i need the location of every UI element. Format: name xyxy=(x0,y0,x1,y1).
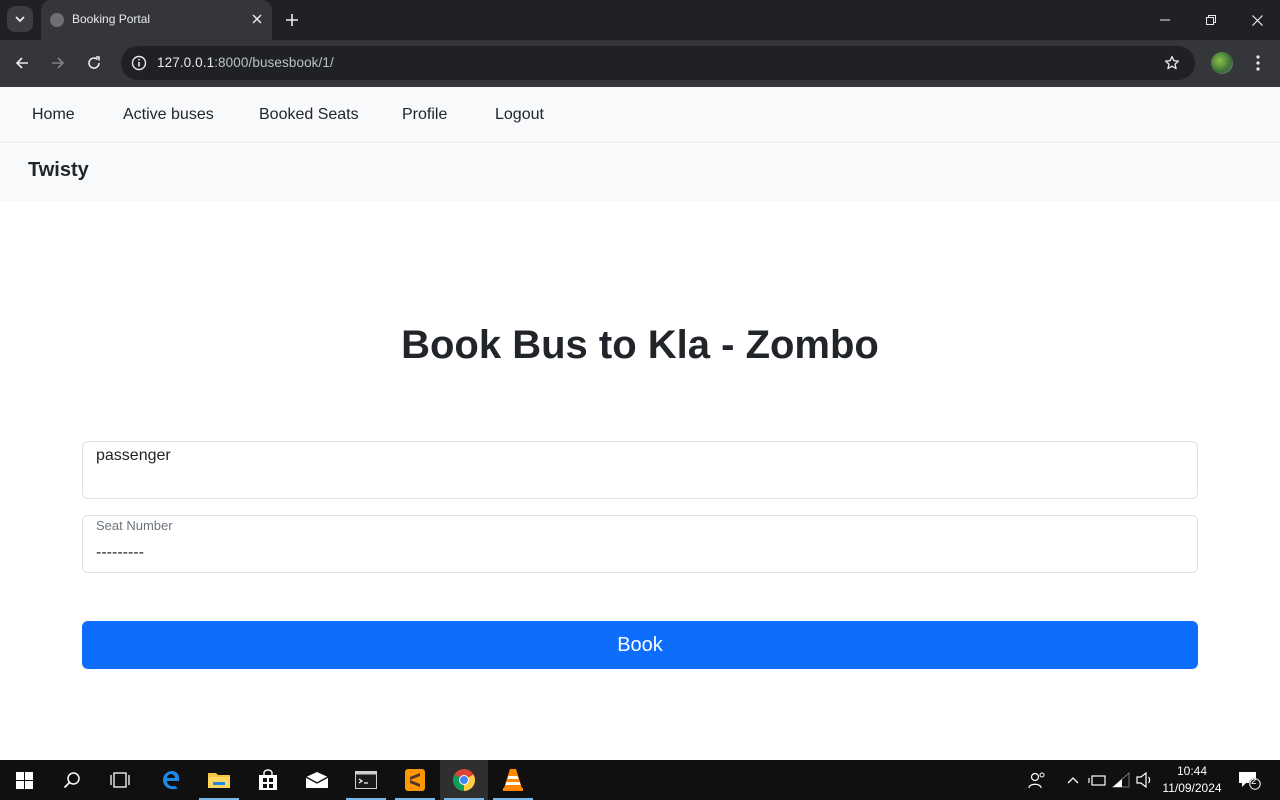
back-button[interactable] xyxy=(11,52,33,74)
seat-number-select[interactable]: Seat Number --------- xyxy=(82,515,1198,573)
passenger-field[interactable]: passenger xyxy=(82,441,1198,499)
nav-logout-link[interactable]: Logout xyxy=(495,106,544,124)
notification-count: 2 xyxy=(1251,776,1257,787)
browser-tab[interactable]: Booking Portal xyxy=(41,0,272,40)
mail-taskbar-button[interactable] xyxy=(293,760,341,800)
terminal-icon xyxy=(355,771,377,789)
tab-search-button[interactable] xyxy=(7,6,33,32)
plus-icon xyxy=(286,14,298,26)
star-icon xyxy=(1164,55,1180,70)
clock-date: 11/09/2024 xyxy=(1162,781,1222,795)
globe-icon xyxy=(50,13,64,27)
restore-icon xyxy=(1206,15,1216,25)
clock-time: 10:44 xyxy=(1176,764,1208,778)
speaker-icon xyxy=(1136,772,1151,788)
arrow-right-icon xyxy=(52,57,65,69)
taskbar-clock[interactable]: 10:44 11/09/2024 xyxy=(1160,763,1224,797)
edge-taskbar-button[interactable] xyxy=(147,760,195,800)
top-navbar: Home Active buses Booked Seats Profile L… xyxy=(0,87,1280,143)
people-icon xyxy=(1028,772,1045,789)
store-icon xyxy=(259,769,277,790)
nav-home-link[interactable]: Home xyxy=(32,106,75,124)
url-path: :8000/busesbook/1/ xyxy=(214,55,334,70)
close-icon xyxy=(1251,14,1263,26)
reload-icon xyxy=(88,56,100,69)
show-hidden-icons-button[interactable] xyxy=(1064,771,1082,789)
chevron-up-icon xyxy=(1067,777,1079,784)
brand-bar: Twisty xyxy=(0,144,1280,201)
nav-active-buses-link[interactable]: Active buses xyxy=(123,106,214,124)
store-taskbar-button[interactable] xyxy=(244,760,292,800)
battery-icon xyxy=(1088,775,1106,786)
nav-profile-link[interactable]: Profile xyxy=(402,106,447,124)
url-host: 127.0.0.1 xyxy=(157,55,215,70)
restore-button[interactable] xyxy=(1201,10,1221,30)
browser-menu-button[interactable] xyxy=(1248,52,1268,74)
windows-taskbar: 10:44 11/09/2024 2 xyxy=(0,760,1280,800)
task-view-button[interactable] xyxy=(96,760,144,800)
url-text: 127.0.0.1:8000/busesbook/1/ xyxy=(157,55,334,70)
tab-title: Booking Portal xyxy=(72,12,151,26)
minimize-button[interactable] xyxy=(1155,10,1175,30)
mail-icon xyxy=(305,772,329,788)
search-icon xyxy=(63,772,80,789)
book-button[interactable]: Book xyxy=(82,621,1198,669)
wifi-tray-button[interactable] xyxy=(1112,771,1130,789)
reload-button[interactable] xyxy=(83,52,105,74)
browser-toolbar: 127.0.0.1:8000/busesbook/1/ xyxy=(0,40,1280,87)
windows-logo-icon xyxy=(15,771,33,789)
browser-tabbar: Booking Portal xyxy=(0,0,1280,40)
edge-icon xyxy=(163,771,180,790)
minimize-icon xyxy=(1160,19,1170,21)
search-button[interactable] xyxy=(48,760,96,800)
battery-tray-button[interactable] xyxy=(1088,771,1106,789)
address-bar[interactable]: 127.0.0.1:8000/busesbook/1/ xyxy=(121,46,1195,80)
terminal-taskbar-button[interactable] xyxy=(342,760,390,800)
forward-button[interactable] xyxy=(47,52,69,74)
vlc-taskbar-button[interactable] xyxy=(489,760,537,800)
wifi-icon xyxy=(1112,772,1130,788)
task-view-icon xyxy=(110,772,130,788)
passenger-value: passenger xyxy=(96,447,171,464)
info-icon xyxy=(131,55,147,71)
brand-name[interactable]: Twisty xyxy=(28,159,89,182)
sublime-taskbar-button[interactable] xyxy=(391,760,439,800)
action-center-button[interactable]: 2 xyxy=(1236,769,1262,791)
seat-number-label: Seat Number xyxy=(96,518,173,533)
chevron-down-icon xyxy=(15,16,25,23)
nav-booked-seats-link[interactable]: Booked Seats xyxy=(259,106,359,124)
file-explorer-taskbar-button[interactable] xyxy=(195,760,243,800)
bookmark-button[interactable] xyxy=(1163,54,1181,72)
volume-tray-button[interactable] xyxy=(1136,771,1154,789)
sublime-text-icon xyxy=(405,769,425,791)
page-title: Book Bus to Kla - Zombo xyxy=(401,323,879,367)
folder-icon xyxy=(208,773,230,788)
chrome-taskbar-button[interactable] xyxy=(440,760,488,800)
notification-icon xyxy=(1239,772,1261,790)
close-window-button[interactable] xyxy=(1247,10,1267,30)
new-tab-button[interactable] xyxy=(282,10,302,30)
chrome-icon xyxy=(453,769,475,791)
seat-number-value: --------- xyxy=(96,544,144,561)
profile-avatar-button[interactable] xyxy=(1211,52,1233,74)
more-vertical-icon xyxy=(1256,55,1260,71)
start-button[interactable] xyxy=(0,760,48,800)
close-icon xyxy=(252,14,262,24)
people-tray-button[interactable] xyxy=(1028,771,1046,789)
arrow-left-icon xyxy=(15,57,28,69)
site-info-button[interactable] xyxy=(130,54,148,72)
tab-close-button[interactable] xyxy=(248,10,266,28)
vlc-cone-icon xyxy=(503,769,523,791)
page-content: Home Active buses Booked Seats Profile L… xyxy=(0,87,1280,760)
